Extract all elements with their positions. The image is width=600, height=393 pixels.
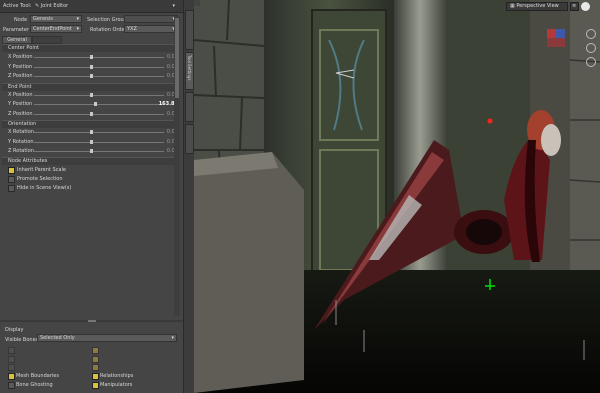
- cp-y-slider[interactable]: [34, 65, 164, 69]
- slider-knob[interactable]: [90, 74, 93, 78]
- display-header: Display: [5, 327, 24, 333]
- cp-y-label: Y Position: [8, 64, 33, 70]
- rotation-order-dropdown[interactable]: YXZ: [124, 25, 178, 33]
- relationships-checkbox[interactable]: [92, 373, 99, 380]
- center-point-header: Center Point: [2, 44, 178, 52]
- bone-ghosting-checkbox[interactable]: [8, 382, 15, 389]
- side-tab-label: Tool Settings: [187, 55, 192, 81]
- pan-icon[interactable]: [586, 43, 596, 53]
- cp-z-label: Z Position: [8, 73, 33, 79]
- promote-selection-label: Promote Selection: [17, 176, 63, 182]
- or-y-label: Y Rotation: [8, 139, 34, 145]
- view-cube-face[interactable]: [547, 38, 565, 47]
- active-tool-label: Active Tool:: [3, 3, 32, 9]
- display-option-checkbox[interactable]: [92, 347, 99, 354]
- cp-z-slider[interactable]: [34, 74, 164, 78]
- ep-z-slider[interactable]: [34, 112, 164, 116]
- tab-secondary[interactable]: [32, 36, 62, 44]
- viewport-corner: [194, 0, 200, 6]
- view-selector-dropdown[interactable]: ▦ Perspective View: [506, 2, 568, 11]
- view-cube[interactable]: [547, 29, 565, 47]
- parameter-label: Parameter: [3, 27, 30, 33]
- slider-knob[interactable]: [90, 112, 93, 116]
- ep-y-slider[interactable]: [34, 102, 164, 106]
- 3d-viewport[interactable]: ▦ Perspective View ≡: [194, 0, 600, 393]
- zoom-icon[interactable]: [586, 57, 596, 67]
- parameter-dropdown[interactable]: CenterEndPoint: [30, 25, 82, 33]
- panel-title-bar: Active Tool: ✎ Joint Editor: [0, 0, 183, 13]
- side-tab-tool-settings[interactable]: Tool Settings: [185, 52, 194, 90]
- orbit-icon[interactable]: [586, 29, 596, 39]
- slider-knob[interactable]: [90, 55, 93, 59]
- active-tool-value: Joint Editor: [40, 3, 69, 9]
- mesh-boundaries-label: Mesh Boundaries: [16, 373, 59, 379]
- display-option-checkbox[interactable]: [8, 356, 15, 363]
- visible-bones-value: Selected Only: [40, 335, 75, 341]
- slider-knob[interactable]: [90, 93, 93, 97]
- promote-selection-checkbox[interactable]: [8, 176, 15, 183]
- slider-knob[interactable]: [90, 149, 93, 153]
- cp-x-slider[interactable]: [34, 55, 164, 59]
- render-sphere-icon[interactable]: [581, 2, 590, 11]
- visible-bones-dropdown[interactable]: Selected Only: [37, 334, 177, 342]
- node-label: Node: [14, 17, 28, 23]
- cp-x-label: X Position: [8, 54, 33, 60]
- parameter-value: CenterEndPoint: [33, 26, 72, 32]
- panel-scrollbar[interactable]: [174, 16, 180, 316]
- ep-y-label: Y Position: [8, 101, 33, 107]
- tab-general[interactable]: General: [2, 36, 32, 44]
- tab-general-label: General: [7, 37, 27, 43]
- scrollbar-thumb[interactable]: [175, 18, 179, 98]
- or-x-slider[interactable]: [34, 130, 164, 134]
- hide-in-scene-checkbox[interactable]: [8, 185, 15, 192]
- hide-in-scene-label: Hide in Scene View(s): [17, 185, 72, 191]
- tool-settings-panel: Active Tool: ✎ Joint Editor Node Genesis…: [0, 0, 183, 393]
- selection-group-label: Selection Group: [87, 17, 127, 23]
- display-option-checkbox[interactable]: [92, 364, 99, 371]
- slider-knob[interactable]: [90, 140, 93, 144]
- slider-knob[interactable]: [90, 130, 93, 134]
- node-attributes-header: Node Attributes: [2, 157, 178, 165]
- mesh-boundaries-checkbox[interactable]: [8, 373, 15, 380]
- ep-z-label: Z Position: [8, 111, 33, 117]
- display-option-checkbox[interactable]: [8, 364, 15, 371]
- or-z-label: Z Rotation: [8, 148, 34, 154]
- orientation-header: Orientation: [2, 120, 178, 128]
- side-tab[interactable]: [185, 92, 194, 122]
- splitter-grip[interactable]: [88, 320, 96, 322]
- menu-icon: ≡: [572, 3, 577, 9]
- selection-group-dropdown[interactable]: [124, 15, 178, 23]
- manipulators-label: Manipulators: [100, 382, 133, 388]
- bone-ghosting-label: Bone Ghosting: [16, 382, 53, 388]
- rotation-order-value: YXZ: [127, 26, 137, 32]
- relationships-label: Relationships: [100, 373, 134, 379]
- view-selector-label: Perspective View: [516, 3, 559, 9]
- display-option-checkbox[interactable]: [8, 347, 15, 354]
- active-tool-dropdown[interactable]: ✎ Joint Editor: [32, 2, 178, 10]
- view-cube-face[interactable]: [547, 29, 556, 38]
- rotation-order-label: Rotation Order: [90, 27, 127, 33]
- manipulators-checkbox[interactable]: [92, 382, 99, 389]
- scene-render: [194, 0, 600, 393]
- display-option-checkbox[interactable]: [92, 356, 99, 363]
- inherit-parent-scale-checkbox[interactable]: [8, 167, 15, 174]
- node-dropdown[interactable]: Genesis: [30, 15, 82, 23]
- end-point-header: End Point: [2, 83, 178, 91]
- or-x-label: X Rotation: [8, 129, 34, 135]
- slider-knob[interactable]: [94, 102, 97, 106]
- or-z-slider[interactable]: [34, 149, 164, 153]
- side-tab[interactable]: [185, 124, 194, 154]
- ep-x-slider[interactable]: [34, 93, 164, 97]
- inherit-parent-scale-label: Inherit Parent Scale: [17, 167, 66, 173]
- slider-knob[interactable]: [90, 65, 93, 69]
- node-value: Genesis: [33, 16, 53, 22]
- ep-x-label: X Position: [8, 92, 33, 98]
- viewport-toolbar: ▦ Perspective View ≡: [194, 0, 600, 13]
- visible-bones-label: Visible Bones: [5, 337, 39, 343]
- side-tab[interactable]: [185, 10, 194, 50]
- viewport-menu-button[interactable]: ≡: [570, 2, 579, 11]
- view-cube-face[interactable]: [556, 29, 565, 38]
- or-y-slider[interactable]: [34, 140, 164, 144]
